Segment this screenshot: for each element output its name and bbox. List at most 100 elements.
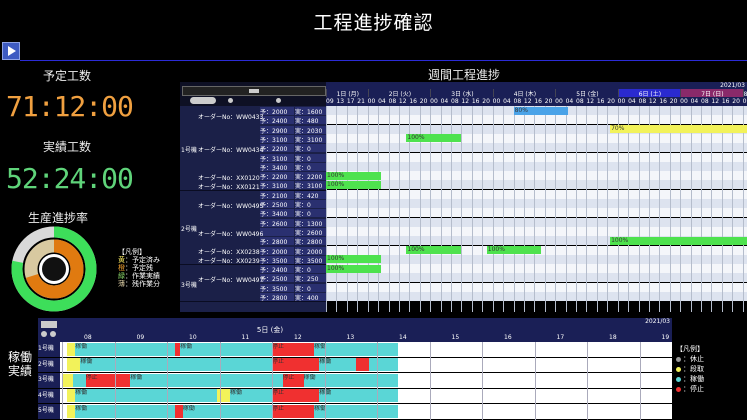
gantt-hour-header: 12 (648, 98, 657, 105)
timeline-status-segment: 稼働 (319, 389, 398, 402)
timeline-hour-header: 13 (346, 334, 355, 341)
status-legend-item: ：休止 (676, 354, 704, 364)
gantt-day-header: 5日 (金) (555, 89, 619, 97)
gantt-grid-line (534, 106, 536, 312)
gantt-grid-line (711, 106, 713, 312)
gantt-scrollbar[interactable] (182, 86, 326, 96)
gantt-planned-qty: 予：2500 (260, 200, 294, 208)
gantt-grid-line (357, 106, 359, 312)
gantt-hour-header: 20 (419, 98, 428, 105)
gantt-hour-header: 00 (367, 98, 376, 105)
gantt-grid-line (461, 106, 463, 312)
timeline-status-segment: 稼働 (75, 342, 175, 356)
gantt-hour-header: 08 (388, 98, 397, 105)
gantt-progress-bar: 100% (406, 134, 461, 143)
gantt-hour-header: 00 (492, 98, 501, 105)
timeline-status-segment (174, 404, 183, 418)
gantt-planned-qty: 予：2400 (260, 265, 294, 274)
weekly-progress-title: 週間工程進捗 (428, 68, 501, 82)
gantt-grid-line (628, 106, 630, 312)
gantt-hour-header: 12 (523, 98, 532, 105)
gantt-header: 2021/03 1日 (月) 09 13 17 21 2日 (火) 00 04 08 12 16 20… (326, 82, 747, 106)
timeline-toolbar (38, 318, 60, 342)
timeline-hour-header: 17 (556, 334, 565, 341)
gantt-grid-line (576, 106, 577, 312)
gantt-grid-line (701, 106, 702, 312)
gantt-actual-qty: 実：420 (295, 190, 326, 199)
gantt-order-number: オーダーNo：WW0496 (198, 230, 264, 238)
gantt-zoom-slider[interactable] (190, 97, 216, 104)
gantt-actual-qty: 実：250 (295, 274, 326, 283)
timeline-hour-header: 08 (84, 334, 92, 341)
operation-results-label: 稼働実績 (8, 350, 33, 378)
timeline-scroll-control[interactable] (41, 321, 57, 328)
gantt-grid-line (346, 106, 348, 312)
play-button[interactable] (2, 42, 20, 60)
gantt-zoom-dot[interactable] (276, 98, 281, 103)
timeline-status-segment (62, 373, 73, 387)
timeline-status-segment: 稼働 (314, 404, 398, 418)
gantt-progress-bar: 100% (610, 236, 747, 245)
gantt-hour-header: 04 (378, 98, 386, 105)
gantt-day-header: 2日 (火) (367, 89, 432, 97)
timeline-zoom-dot[interactable] (50, 331, 56, 337)
actual-hours-label: 実績工数 (43, 140, 92, 154)
gantt-machine-separator (180, 301, 326, 303)
gantt-zoom-dot[interactable] (228, 98, 233, 103)
gantt-hour-header: 21 (357, 98, 365, 105)
timeline-status-segment: 停止 (272, 404, 314, 418)
status-legend-dot (676, 356, 681, 362)
gantt-planned-qty: 予：3100 (260, 153, 294, 162)
gantt-hour-header: 12 (586, 98, 595, 105)
gantt-hour-header: 08 (576, 98, 584, 105)
legend-item-planned-remaining: 橙：予定残 (118, 264, 153, 272)
status-legend-text: ：段取 (683, 365, 704, 373)
status-legend-text: ：稼働 (683, 375, 704, 383)
gantt-grid-line (367, 106, 369, 312)
timeline-status-segment (67, 389, 76, 402)
timeline-hour-header: 09 (136, 334, 145, 341)
gantt-hour-header: 04 (503, 98, 511, 105)
gantt-order-number: オーダーNo：XX0120 (198, 174, 260, 182)
weekly-gantt: 2021/03 1日 (月) 09 13 17 21 2日 (火) 00 04 08 12 16 20… (180, 82, 747, 312)
gantt-planned-qty: 予：2900 (260, 125, 294, 134)
gantt-actual-qty: 実：0 (295, 200, 326, 208)
gantt-scroll-thumb[interactable] (249, 89, 259, 93)
gantt-progress-bar: 100% (326, 255, 381, 264)
gantt-order-number: オーダーNo：WW0495 (198, 202, 264, 210)
timeline-status-segment: 稼働 (303, 373, 398, 387)
gantt-actual-qty: 実：1300 (295, 218, 326, 227)
gantt-planned-qty: 予：3400 (260, 162, 294, 171)
status-legend-text: ：休止 (683, 355, 704, 363)
gantt-planned-qty: 予：2800 (260, 237, 294, 246)
gantt-order-number: オーダーNo：XX0238 (198, 249, 260, 257)
gantt-planned-qty: 予：3500 (260, 255, 294, 264)
gantt-progress-bar: 100% (326, 264, 381, 273)
timeline-grid-line (429, 342, 431, 420)
operation-timeline: 2021/03 5日 (金) 08 09 10 11 12 13 14 15 16 17 18 19 … (38, 318, 672, 420)
gantt-hour-header: 08 (513, 98, 522, 105)
planned-hours-value: 71:12:00 (6, 90, 134, 123)
gantt-planned-qty (260, 227, 294, 236)
timeline-machine-name: 1号機 (38, 342, 60, 357)
gantt-grid-line (732, 106, 734, 312)
gantt-grid-line (503, 106, 505, 312)
timeline-status-segment: 稼働 (75, 389, 217, 402)
gantt-day-header: 3日 (水) (430, 89, 494, 97)
gantt-hour-header: 08 (701, 98, 709, 105)
gantt-hour-header: 16 (471, 98, 480, 105)
gantt-grid-line (326, 106, 327, 312)
status-legend-text: ：停止 (683, 385, 704, 393)
timeline-zoom-dot[interactable] (41, 331, 47, 337)
timeline-status-segment: 稼働 (180, 342, 272, 356)
timeline-status-segment (67, 404, 76, 418)
gantt-planned-qty: 予：2200 (260, 172, 294, 181)
timeline-grid-line (324, 342, 326, 420)
header-divider (20, 60, 747, 61)
gantt-actual-qty: 実：3500 (295, 255, 326, 264)
gantt-hour-header: 00 (555, 98, 563, 105)
gantt-grid-line (544, 106, 546, 312)
gantt-grid-line (648, 106, 650, 312)
progress-legend: 【凡例】 黄：予定済み 橙：予定残 緑：作業実績 薄：残作業分 (118, 248, 160, 288)
gantt-actual-qty: 実：2800 (295, 237, 326, 246)
